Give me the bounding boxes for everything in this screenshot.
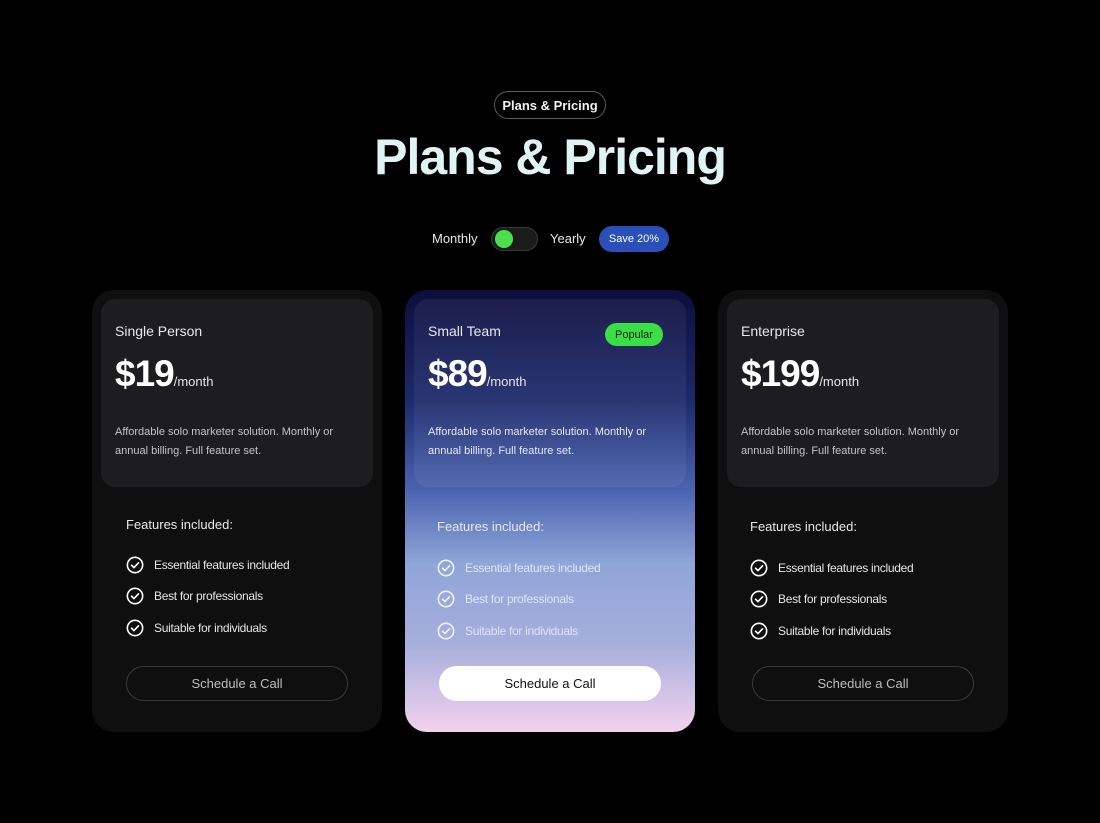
feature-item: Best for professionals <box>750 584 913 616</box>
popular-badge-label: Popular <box>615 328 653 341</box>
feature-label: Best for professionals <box>778 592 887 607</box>
section-eyebrow-badge: Plans & Pricing <box>494 91 606 119</box>
yearly-label[interactable]: Yearly <box>550 231 586 246</box>
check-circle-icon <box>750 559 768 577</box>
schedule-call-button[interactable]: Schedule a Call <box>752 666 974 701</box>
check-circle-icon <box>126 556 144 574</box>
price-amount: $89 <box>428 353 488 394</box>
feature-list: Essential features included Best for pro… <box>750 552 914 647</box>
price-period: /month <box>819 374 860 389</box>
feature-label: Essential features included <box>778 560 914 575</box>
check-circle-icon <box>750 622 768 640</box>
plan-card-small-team: Small Team Popular $89/month Affordable … <box>405 290 695 732</box>
feature-item: Best for professionals <box>437 584 600 616</box>
feature-item: Essential features included <box>750 552 914 584</box>
schedule-call-button[interactable]: Schedule a Call <box>126 666 348 701</box>
plan-price: $19/month <box>115 353 213 395</box>
monthly-label[interactable]: Monthly <box>432 231 478 246</box>
price-period: /month <box>486 374 527 389</box>
price-period: /month <box>173 374 214 389</box>
features-heading: Features included: <box>437 519 544 534</box>
check-circle-icon <box>437 622 455 640</box>
check-circle-icon <box>126 619 144 637</box>
features-heading: Features included: <box>126 517 233 532</box>
feature-label: Suitable for individuals <box>465 623 578 638</box>
price-amount: $19 <box>115 353 175 394</box>
feature-item: Essential features included <box>437 552 601 584</box>
feature-item: Essential features included <box>126 549 290 581</box>
check-circle-icon <box>750 590 768 608</box>
check-circle-icon <box>126 587 144 605</box>
popular-badge: Popular <box>605 323 663 346</box>
feature-label: Suitable for individuals <box>778 623 891 638</box>
features-heading: Features included: <box>750 519 857 534</box>
feature-label: Essential features included <box>154 557 290 572</box>
plan-price: $89/month <box>428 353 526 395</box>
save-badge-label: Save 20% <box>608 233 660 245</box>
plan-card-enterprise: Enterprise $199/month Affordable solo ma… <box>718 290 1008 732</box>
plan-description: Affordable solo marketer solution. Month… <box>428 426 647 457</box>
toggle-knob <box>495 230 513 248</box>
feature-label: Suitable for individuals <box>154 620 267 635</box>
schedule-call-button[interactable]: Schedule a Call <box>439 666 661 701</box>
feature-list: Essential features included Best for pro… <box>126 549 290 644</box>
plan-name: Enterprise <box>741 323 805 339</box>
feature-item: Suitable for individuals <box>750 615 913 647</box>
plan-name: Single Person <box>115 323 203 339</box>
plan-card-single-person: Single Person $19/month Affordable solo … <box>92 290 382 732</box>
pricing-page: Plans & Pricing Plans & Pricing Monthly … <box>0 0 1100 823</box>
save-badge: Save 20% <box>599 226 669 252</box>
page-title: Plans & Pricing <box>374 129 727 185</box>
feature-item: Suitable for individuals <box>126 612 289 644</box>
feature-item: Suitable for individuals <box>437 615 600 647</box>
billing-toggle[interactable] <box>491 227 538 251</box>
plan-description: Affordable solo marketer solution. Month… <box>115 426 334 457</box>
billing-period-switch: Monthly Yearly Save 20% <box>0 226 1100 252</box>
plan-price: $199/month <box>741 353 859 395</box>
plan-description: Affordable solo marketer solution. Month… <box>741 426 960 457</box>
feature-item: Best for professionals <box>126 581 289 613</box>
price-amount: $199 <box>741 353 820 394</box>
check-circle-icon <box>437 559 455 577</box>
feature-label: Best for professionals <box>465 592 574 607</box>
feature-list: Essential features included Best for pro… <box>437 552 601 647</box>
check-circle-icon <box>437 590 455 608</box>
eyebrow-label: Plans & Pricing <box>502 97 598 113</box>
feature-label: Best for professionals <box>154 589 263 604</box>
plan-name: Small Team <box>428 323 501 339</box>
feature-label: Essential features included <box>465 560 601 575</box>
